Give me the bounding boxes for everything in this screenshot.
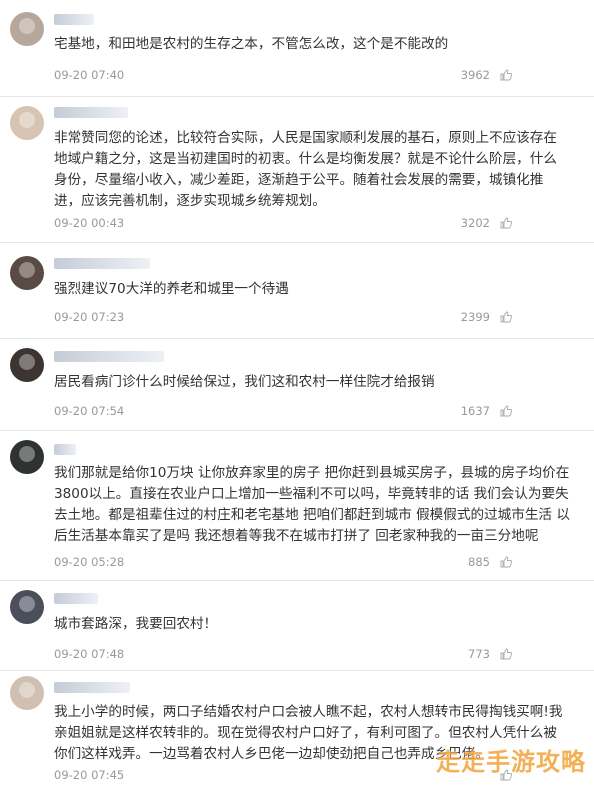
comment-time: 09-20 07:48 <box>54 647 125 661</box>
comment-time: 09-20 07:45 <box>54 768 125 782</box>
comment-text: 宅基地，和田地是农村的生存之本，不管怎么改，这个是不能改的 <box>54 36 449 52</box>
comment-text: 强烈建议70大洋的养老和城里一个待遇 <box>54 281 289 297</box>
like-count: 3962 <box>460 68 490 82</box>
username[interactable] <box>54 351 164 362</box>
avatar[interactable] <box>10 348 44 382</box>
like-count: 773 <box>468 647 490 661</box>
comment-text: 非常赞同您的论述，比较符合实际，人民是国家顺利发展的基石，原则上不应该存在 地域… <box>54 130 557 209</box>
username[interactable] <box>54 444 76 455</box>
comment-time: 09-20 07:54 <box>54 404 125 418</box>
divider <box>0 96 594 97</box>
watermark-logo: 走走手游攻略 <box>436 748 586 776</box>
avatar[interactable] <box>10 12 44 46</box>
thumbs-up-icon[interactable] <box>500 405 512 417</box>
divider <box>0 670 594 671</box>
comment-text: 城市套路深，我要回农村！ <box>54 616 218 632</box>
thumbs-up-icon[interactable] <box>500 556 512 568</box>
thumbs-up-icon[interactable] <box>500 217 512 229</box>
avatar[interactable] <box>10 256 44 290</box>
thumbs-up-icon[interactable] <box>500 648 512 660</box>
username[interactable] <box>54 107 128 118</box>
divider <box>0 338 594 339</box>
comment-time: 09-20 07:40 <box>54 68 125 82</box>
comment-text: 我们那就是给你10万块 让你放弃家里的房子 把你赶到县城买房子，县城的房子均价在… <box>54 465 570 544</box>
username[interactable] <box>54 682 130 693</box>
username[interactable] <box>54 593 98 604</box>
avatar[interactable] <box>10 440 44 474</box>
divider <box>0 580 594 581</box>
comment-time: 09-20 05:28 <box>54 555 125 569</box>
comment-time: 09-20 00:43 <box>54 216 125 230</box>
comment-time: 09-20 07:23 <box>54 310 125 324</box>
comment-text: 居民看病门诊什么时候给保过，我们这和农村一样住院才给报销 <box>54 374 435 390</box>
username[interactable] <box>54 14 94 25</box>
divider <box>0 430 594 431</box>
thumbs-up-icon[interactable] <box>500 311 512 323</box>
username[interactable] <box>54 258 150 269</box>
avatar[interactable] <box>10 106 44 140</box>
divider <box>0 242 594 243</box>
like-count: 3202 <box>460 216 490 230</box>
like-count: 2399 <box>460 310 490 324</box>
thumbs-up-icon[interactable] <box>500 69 512 81</box>
like-count: 1637 <box>460 404 490 418</box>
avatar[interactable] <box>10 590 44 624</box>
like-count: 885 <box>468 555 490 569</box>
avatar[interactable] <box>10 676 44 710</box>
